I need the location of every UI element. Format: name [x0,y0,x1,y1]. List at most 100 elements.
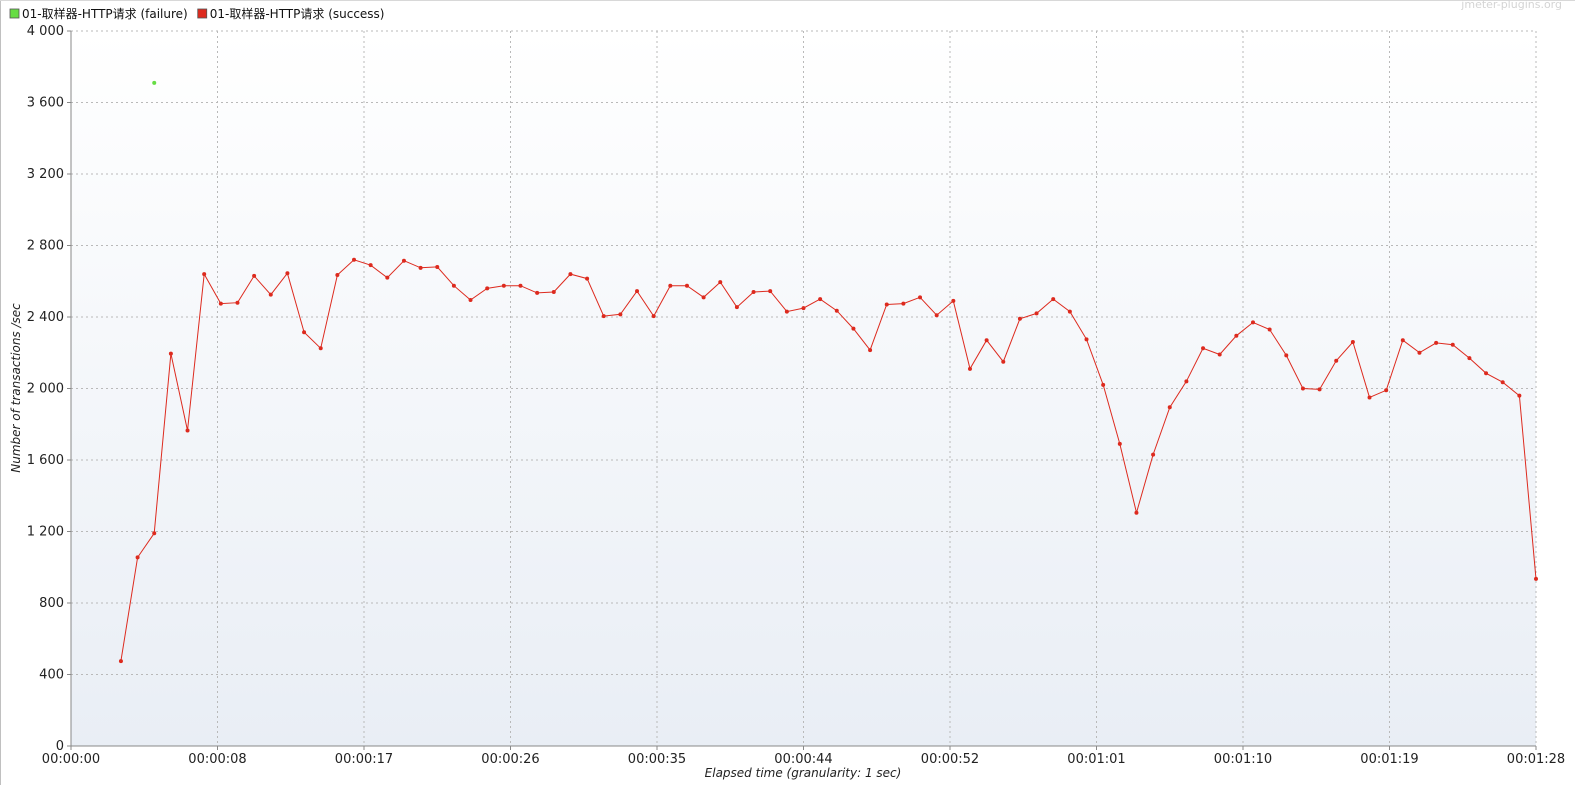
data-point-1 [568,272,573,277]
data-point-1 [435,264,440,269]
x-tick-label: 00:00:52 [921,752,979,767]
legend-swatch-0 [9,8,20,19]
data-point-1 [801,306,806,311]
data-point-1 [468,298,473,303]
y-tick-label: 2 000 [27,382,64,397]
data-point-1 [135,555,140,560]
legend-label-0: 01-取样器-HTTP请求 (failure) [22,6,188,21]
data-point-1 [784,309,789,314]
data-point-1 [268,292,273,297]
data-point-1 [1517,393,1522,398]
data-point-1 [1134,510,1139,515]
data-point-1 [218,301,223,306]
data-point-1 [335,272,340,277]
data-point-1 [834,308,839,313]
data-point-1 [285,271,290,276]
transactions-per-second-chart: 04008001 2001 6002 0002 4002 8003 2003 6… [0,0,1575,785]
data-point-1 [1484,371,1489,376]
data-point-1 [901,301,906,306]
x-tick-label: 00:00:26 [481,752,539,767]
data-point-1 [368,263,373,268]
y-tick-label: 1 600 [27,453,64,468]
data-point-1 [185,428,190,433]
x-tick-label: 00:00:44 [774,752,832,767]
y-tick-label: 3 600 [27,96,64,111]
x-axis-label: Elapsed time (granularity: 1 sec) [705,766,902,780]
data-point-1 [235,300,240,305]
data-point-1 [1117,441,1122,446]
data-point-1 [618,312,623,317]
data-point-1 [202,272,207,277]
data-point-1 [1201,346,1206,351]
data-point-1 [1350,340,1355,345]
data-point-1 [851,326,856,331]
y-tick-label: 1 200 [27,525,64,540]
data-point-1 [152,531,157,536]
data-point-1 [1101,382,1106,387]
data-point-1 [1317,387,1322,392]
data-point-1 [1300,386,1305,391]
data-point-1 [585,276,590,281]
data-point-1 [668,283,673,288]
data-point-1 [352,257,357,262]
chart-root: 0 400 800 1 200 1 600 2 000 2 400 2 800 3 200 3 6… [0,0,1575,785]
data-point-1 [918,295,923,300]
x-tick-label: 00:01:10 [1214,752,1272,767]
x-tick-label: 00:00:17 [335,752,393,767]
data-point-1 [551,289,556,294]
y-tick-label: 2 400 [27,310,64,325]
data-point-1 [651,314,656,319]
data-point-1 [401,258,406,263]
data-point-1 [418,265,423,270]
data-point-1 [1167,405,1172,410]
data-point-1 [1417,350,1422,355]
x-tick-label: 00:01:01 [1067,752,1125,767]
data-point-1 [1450,342,1455,347]
x-tick-label: 00:00:35 [628,752,686,767]
data-point-1 [1384,388,1389,393]
data-point-1 [951,298,956,303]
data-point-1 [734,305,739,310]
data-point-1 [1217,352,1222,357]
data-point-1 [168,351,173,356]
data-point-1 [868,348,873,353]
data-point-1 [1250,320,1255,325]
watermark: jmeter-plugins.org [1460,0,1562,11]
data-point-1 [967,366,972,371]
data-point-1 [1084,337,1089,342]
data-point-1 [884,302,889,307]
data-point-1 [1151,452,1156,457]
data-point-1 [518,283,523,288]
x-tick-label: 00:01:19 [1360,752,1418,767]
data-point-1 [635,289,640,294]
data-point-1 [1434,340,1439,345]
data-point-1 [385,275,390,280]
data-point-1 [984,338,989,343]
y-tick-label: 4 000 [27,24,64,39]
data-point-1 [535,290,540,295]
data-point-1 [302,330,307,335]
data-point-1 [1400,338,1405,343]
data-point-1 [501,283,506,288]
data-point-1 [118,659,123,664]
data-point-1 [1051,297,1056,302]
data-point-1 [451,283,456,288]
data-point-1 [1367,395,1372,400]
data-point-1 [768,289,773,294]
y-tick-label: 800 [39,596,64,611]
data-point-1 [684,283,689,288]
data-point-1 [1234,333,1239,338]
data-point-0 [152,80,157,85]
x-tick-label: 00:01:28 [1507,752,1565,767]
data-point-1 [1467,356,1472,361]
data-point-1 [1534,576,1538,581]
data-point-1 [1284,353,1289,358]
data-point-1 [485,286,490,291]
data-point-1 [1067,309,1072,314]
y-tick-label: 400 [39,668,64,683]
data-point-1 [751,289,756,294]
data-point-1 [934,313,939,318]
data-point-1 [1500,380,1505,385]
data-point-1 [1334,358,1339,363]
data-point-1 [1001,359,1006,364]
